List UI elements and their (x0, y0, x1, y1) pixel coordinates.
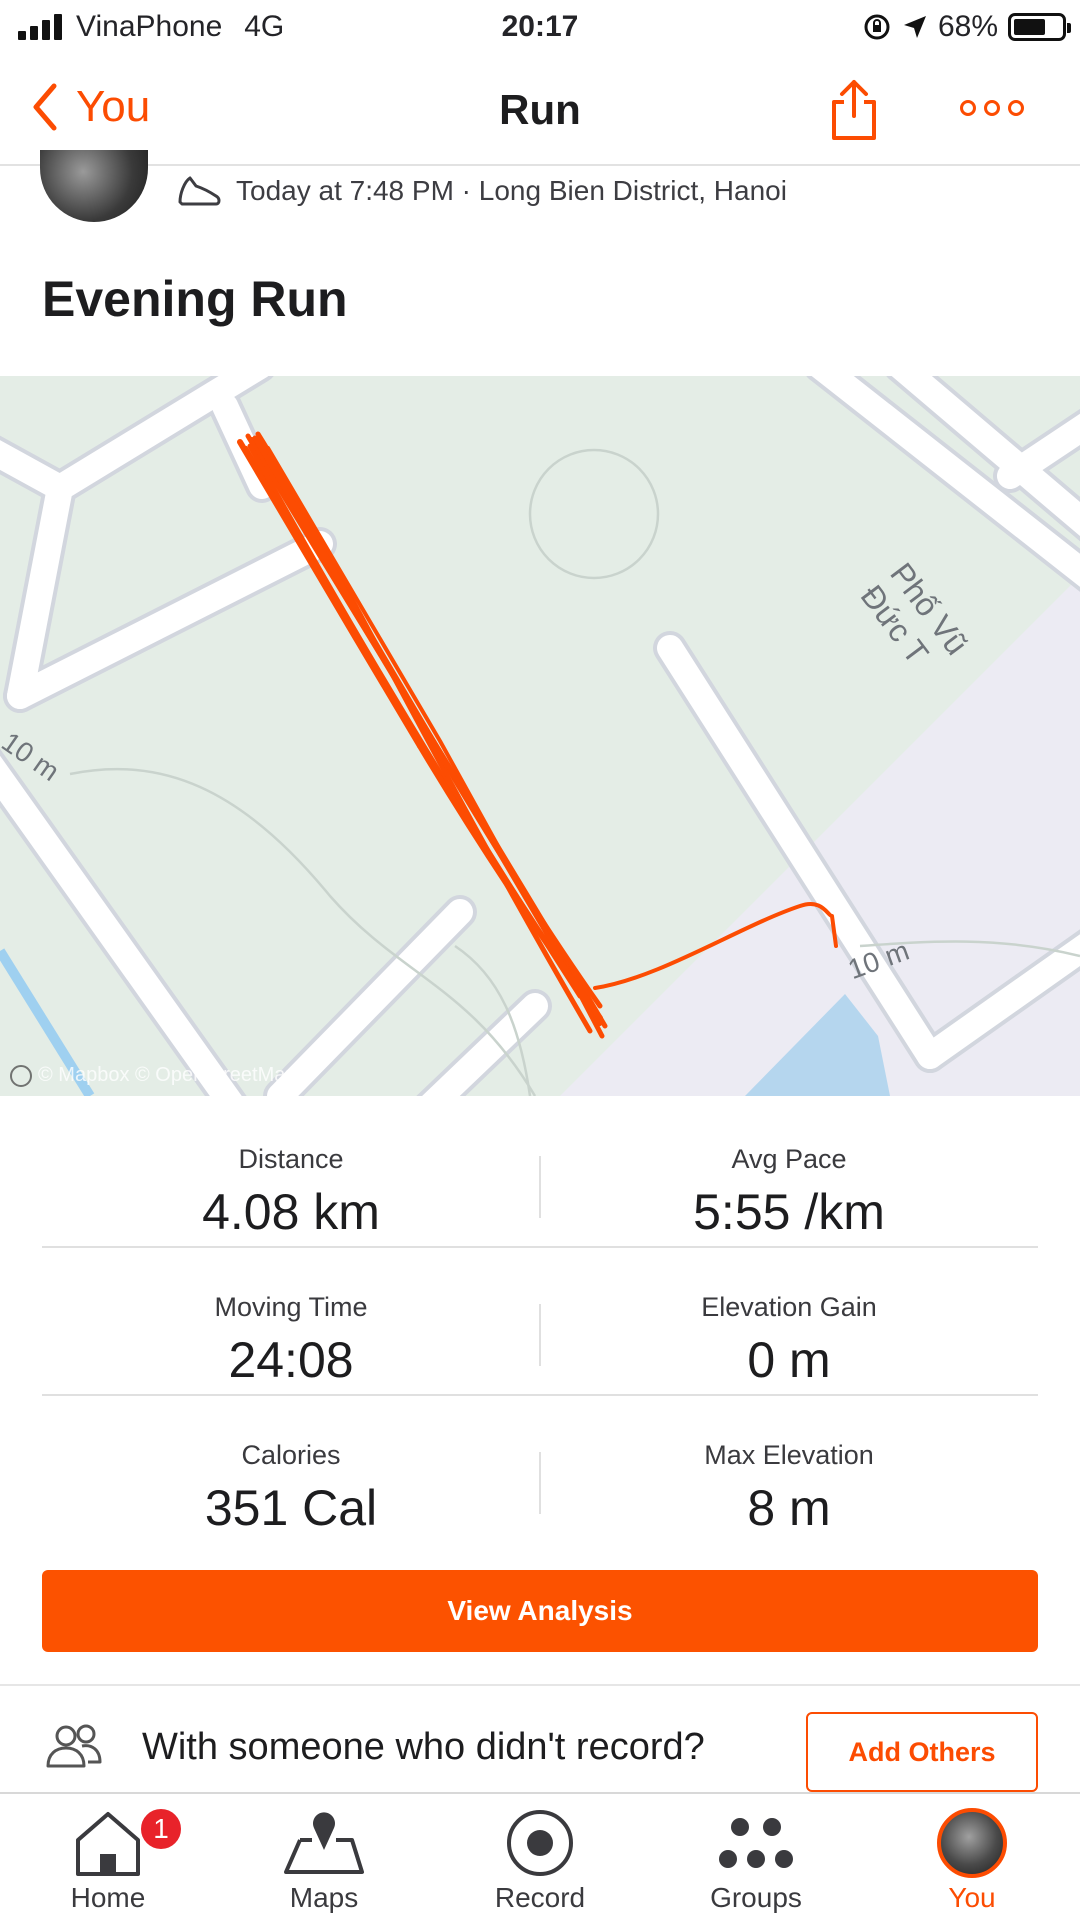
stat-row: Distance 4.08 km Avg Pace 5:55 /km (42, 1100, 1038, 1248)
share-button[interactable] (824, 76, 884, 147)
stat-label: Moving Time (214, 1292, 368, 1322)
stat-value: 5:55 /km (693, 1184, 885, 1240)
status-bar: VinaPhone 4G 20:17 68% (0, 0, 1080, 56)
notification-badge: 1 (138, 1806, 184, 1852)
with-someone-row: With someone who didn't record? (44, 1724, 705, 1770)
people-icon (46, 1724, 102, 1768)
maps-icon (284, 1812, 364, 1874)
page-title: Run (499, 86, 581, 133)
stats-grid: Distance 4.08 km Avg Pace 5:55 /km Movin… (42, 1100, 1038, 1544)
stat-calories: Calories 351 Cal (42, 1396, 540, 1544)
nav-bar: You Run (0, 56, 1080, 166)
stat-label: Calories (241, 1440, 341, 1470)
stat-moving-time: Moving Time 24:08 (42, 1248, 540, 1396)
shoe-icon (178, 176, 221, 206)
stat-distance: Distance 4.08 km (42, 1100, 540, 1248)
section-divider (0, 1684, 1080, 1686)
tab-label: Home (70, 1882, 146, 1913)
stat-elevation-gain: Elevation Gain 0 m (540, 1248, 1038, 1396)
tab-groups[interactable]: Groups (648, 1794, 864, 1920)
home-icon (76, 1812, 140, 1876)
avatar (937, 1808, 1007, 1878)
tab-label: Groups (710, 1882, 802, 1913)
tab-home[interactable]: 1 Home (0, 1794, 216, 1920)
activity-date-location: Today at 7:48 PM · Long Bien District, H… (236, 175, 787, 206)
stat-row: Calories 351 Cal Max Elevation 8 m (42, 1396, 1038, 1544)
athlete-avatar[interactable] (40, 150, 148, 222)
status-right: 68% (862, 10, 1071, 44)
tab-bar: 1 Home Maps Record Groups You (0, 1792, 1080, 1920)
add-others-button[interactable]: Add Others (806, 1712, 1038, 1792)
tab-label: Maps (289, 1882, 359, 1913)
groups-icon (719, 1818, 793, 1868)
activity-title[interactable]: Evening Run (42, 270, 348, 328)
stat-row: Moving Time 24:08 Elevation Gain 0 m (42, 1248, 1038, 1396)
orientation-lock-icon (864, 14, 890, 40)
mapbox-logo-icon (10, 1064, 32, 1087)
record-icon (507, 1810, 573, 1876)
map-canvas (0, 376, 1080, 1096)
stat-value: 0 m (747, 1332, 831, 1388)
battery-icon (1008, 13, 1071, 41)
route-map[interactable]: Phố Vũ Đức T 10 m 10 m © Mapbox © OpenSt… (0, 376, 1080, 1096)
view-analysis-button[interactable]: View Analysis (42, 1570, 1038, 1652)
more-dot-icon (1008, 100, 1024, 116)
stat-value: 8 m (747, 1480, 831, 1536)
activity-detail-screen: VinaPhone 4G 20:17 68% You Run Today at … (0, 0, 1080, 1920)
stat-max-elevation: Max Elevation 8 m (540, 1396, 1038, 1544)
more-dot-icon (960, 100, 976, 116)
more-options-button[interactable] (960, 100, 1024, 116)
activity-meta: Today at 7:48 PM · Long Bien District, H… (176, 174, 787, 208)
tab-label: You (948, 1882, 996, 1913)
tab-record[interactable]: Record (432, 1794, 648, 1920)
share-icon (832, 80, 876, 140)
stat-label: Max Elevation (704, 1440, 874, 1470)
stat-value: 351 Cal (204, 1480, 378, 1536)
tab-you[interactable]: You (864, 1794, 1080, 1920)
battery-level (1014, 19, 1046, 35)
more-dot-icon (984, 100, 1000, 116)
with-someone-prompt: With someone who didn't record? (142, 1725, 705, 1768)
map-attribution[interactable]: © Mapbox © OpenStreetMap (10, 1064, 297, 1087)
stat-label: Elevation Gain (701, 1292, 877, 1322)
battery-percent: 68% (937, 10, 998, 43)
location-arrow-icon (903, 16, 926, 38)
stat-avg-pace: Avg Pace 5:55 /km (540, 1100, 1038, 1248)
tab-label: Record (494, 1882, 586, 1913)
stat-value: 24:08 (228, 1332, 354, 1388)
stat-label: Distance (238, 1144, 344, 1174)
stat-label: Avg Pace (731, 1144, 847, 1174)
tab-maps[interactable]: Maps (216, 1794, 432, 1920)
stat-value: 4.08 km (202, 1184, 380, 1240)
